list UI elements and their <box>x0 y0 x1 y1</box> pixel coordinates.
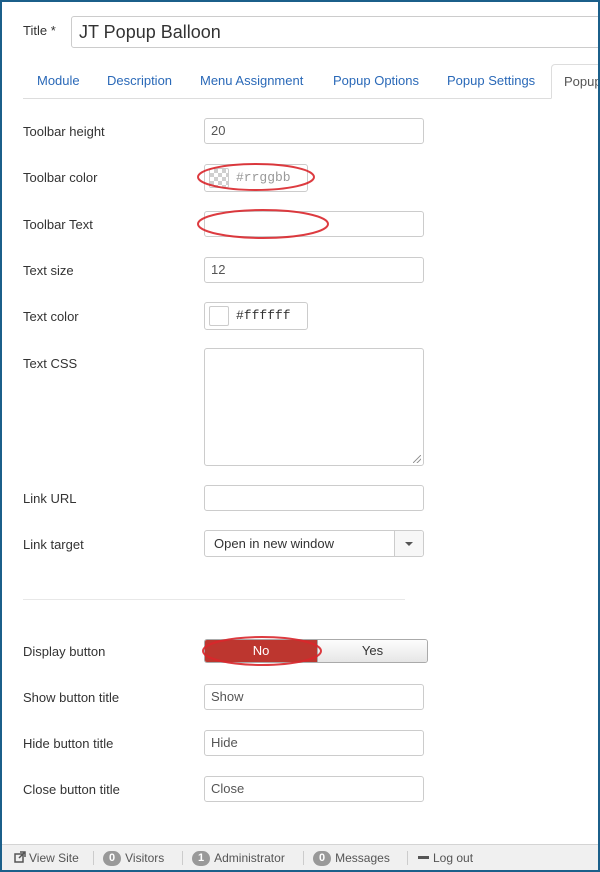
link-target-label: Link target <box>23 537 84 552</box>
logout-label: Log out <box>433 851 474 865</box>
text-css-label: Text CSS <box>23 356 78 371</box>
status-separator <box>303 851 304 865</box>
status-separator <box>182 851 183 865</box>
color-swatch-icon <box>209 306 229 326</box>
tab-module[interactable]: Module <box>37 64 80 98</box>
text-color-value: #ffffff <box>236 308 291 323</box>
visitors-item[interactable]: 0 Visitors <box>103 845 165 870</box>
show-button-title-input[interactable]: Show <box>204 684 424 710</box>
visitors-label: Visitors <box>125 851 165 865</box>
toggle-no-option[interactable]: No <box>205 640 317 662</box>
display-button-toggle: No Yes <box>204 639 428 663</box>
hide-button-title-input[interactable]: Hide <box>204 730 424 756</box>
tab-bar: Module Description Menu Assignment Popup… <box>23 64 598 99</box>
toolbar-height-label: Toolbar height <box>23 124 105 139</box>
administrator-item[interactable]: 1 Administrator <box>192 845 285 870</box>
minus-icon <box>418 856 429 859</box>
messages-label: Messages <box>335 851 390 865</box>
toggle-yes-option[interactable]: Yes <box>317 640 427 662</box>
tab-popup-active[interactable]: Popup <box>551 64 598 99</box>
module-edit-frame: Title * JT Popup Balloon Module Descript… <box>0 0 600 872</box>
view-site-link[interactable]: View Site <box>14 845 79 870</box>
toolbar-color-picker[interactable]: #rrggbb <box>204 164 308 192</box>
toolbar-text-input[interactable] <box>204 211 424 237</box>
tab-description[interactable]: Description <box>107 64 172 98</box>
show-button-title-label: Show button title <box>23 690 120 705</box>
text-size-input[interactable]: 12 <box>204 257 424 283</box>
text-css-textarea[interactable] <box>204 348 424 466</box>
text-size-label: Text size <box>23 263 74 278</box>
close-button-title-input[interactable]: Close <box>204 776 424 802</box>
messages-item[interactable]: 0 Messages <box>313 845 390 870</box>
text-color-picker[interactable]: #ffffff <box>204 302 308 330</box>
section-divider <box>23 599 405 600</box>
dropdown-button[interactable] <box>394 531 423 556</box>
tab-popup-settings[interactable]: Popup Settings <box>447 64 535 98</box>
status-separator <box>93 851 94 865</box>
visitors-count-badge: 0 <box>103 851 122 866</box>
hide-button-title-label: Hide button title <box>23 736 114 751</box>
status-separator <box>407 851 408 865</box>
link-target-value: Open in new window <box>214 536 334 551</box>
external-link-icon <box>14 851 26 863</box>
toolbar-text-label: Toolbar Text <box>23 217 93 232</box>
caret-down-icon <box>405 542 413 546</box>
link-target-select[interactable]: Open in new window <box>204 530 424 557</box>
link-url-input[interactable] <box>204 485 424 511</box>
messages-count-badge: 0 <box>313 851 332 866</box>
resize-grip-icon[interactable] <box>413 455 421 463</box>
link-url-label: Link URL <box>23 491 77 506</box>
logout-link[interactable]: Log out <box>417 845 474 870</box>
display-button-label: Display button <box>23 644 106 659</box>
transparent-swatch-icon <box>209 168 229 188</box>
close-button-title-label: Close button title <box>23 782 120 797</box>
status-bar: View Site 0 Visitors 1 Administrator 0 Mess… <box>2 844 598 870</box>
title-input[interactable]: JT Popup Balloon <box>71 16 598 48</box>
title-label: Title * <box>23 23 56 38</box>
toolbar-color-placeholder: #rrggbb <box>236 170 291 185</box>
toolbar-height-input[interactable]: 20 <box>204 118 424 144</box>
view-site-label: View Site <box>29 851 79 865</box>
text-color-label: Text color <box>23 309 79 324</box>
toolbar-color-label: Toolbar color <box>23 170 98 185</box>
administrator-label: Administrator <box>214 851 285 865</box>
tab-popup-options[interactable]: Popup Options <box>333 64 419 98</box>
administrator-count-badge: 1 <box>192 851 211 866</box>
tab-menu-assignment[interactable]: Menu Assignment <box>200 64 303 98</box>
